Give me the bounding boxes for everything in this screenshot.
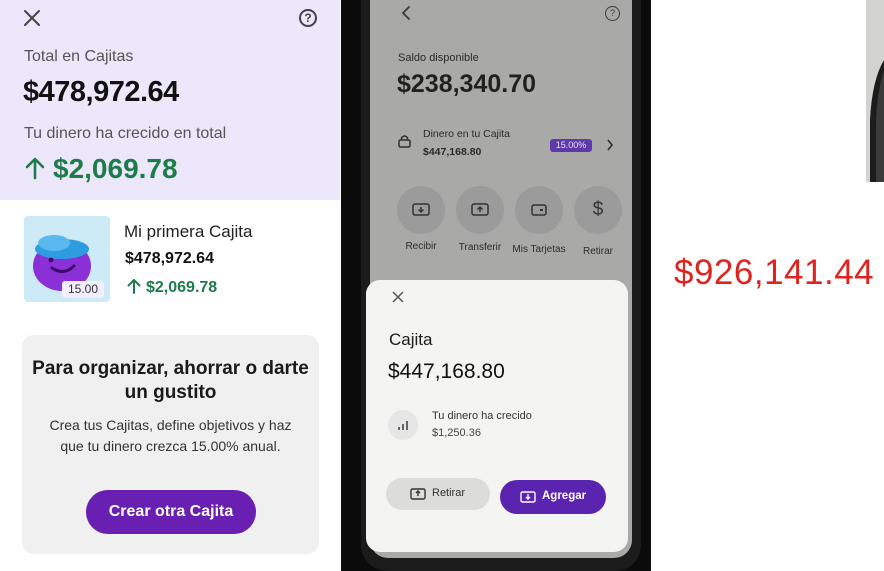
balance-label: Saldo disponible [398, 52, 479, 64]
sheet-title: Cajita [389, 330, 433, 349]
total-label: Total en Cajitas [24, 48, 134, 65]
help-icon[interactable]: ? [605, 6, 620, 21]
growth-amount: $2,069.78 [53, 153, 178, 184]
promo-card: Para organizar, ahorrar o darte un gusti… [22, 335, 319, 554]
withdraw-button[interactable]: $ [574, 186, 622, 234]
receive-icon [412, 203, 430, 216]
sheet-amount: $447,168.80 [388, 360, 505, 383]
promo-title: Para organizar, ahorrar o darte un gusti… [32, 358, 309, 403]
close-icon [24, 10, 40, 26]
add-money-label: Agregar [542, 490, 587, 502]
sheet-growth-amount: $1,250.36 [432, 427, 481, 439]
create-cajita-button[interactable]: Crear otra Cajita [86, 490, 256, 534]
arrow-up-icon [127, 279, 141, 294]
cajita-growth-amount: $2,069.78 [146, 279, 218, 296]
person-silhouette [870, 60, 884, 182]
promo-body: Crea tus Cajitas, define objetivos y haz… [49, 417, 292, 454]
transfer-icon [471, 203, 489, 216]
withdraw-label: Retirar [432, 487, 466, 499]
growth-icon-wrap [388, 410, 418, 440]
rate-badge: 15.00 [62, 281, 104, 298]
add-money-button[interactable]: Agregar [500, 480, 606, 514]
chevron-right-icon [607, 139, 614, 151]
combined-total: $926,141.44 [674, 253, 875, 292]
dollar-icon: $ [592, 199, 604, 220]
cards-button[interactable] [515, 186, 563, 234]
total-amount: $478,972.64 [23, 76, 179, 108]
cards-icon [531, 204, 547, 216]
receive-button[interactable] [397, 186, 445, 234]
presenter-webcam [866, 0, 884, 182]
sheet-growth-label: Tu dinero ha crecido [432, 410, 532, 422]
add-money-icon [520, 491, 536, 503]
cajitas-panel: ? Total en Cajitas $478,972.64 Tu dinero… [0, 0, 340, 571]
cajita-row[interactable]: Dinero en tu Cajita $447,168.80 15.00% [390, 114, 622, 164]
arrow-up-icon [25, 157, 45, 180]
balance-amount: $238,340.70 [397, 70, 537, 98]
close-icon[interactable] [392, 291, 404, 303]
transfer-button[interactable] [456, 186, 504, 234]
cajita-row-amount: $447,168.80 [423, 146, 482, 158]
back-icon[interactable] [400, 6, 412, 20]
cajita-row-label: Dinero en tu Cajita [423, 128, 510, 140]
growth-label: Tu dinero ha crecido en total [24, 125, 227, 142]
withdraw-icon [410, 488, 426, 500]
quick-action-label: Retirar [582, 246, 613, 257]
rate-badge: 15.00% [550, 139, 592, 152]
close-button[interactable] [23, 9, 41, 32]
cajita-bottom-sheet: Cajita $447,168.80 Tu dinero ha crecido … [366, 280, 628, 552]
cajita-growth-row: $2,069.78 [127, 278, 217, 297]
help-icon[interactable]: ? [299, 9, 317, 27]
lock-icon [398, 135, 411, 148]
cajita-amount: $478,972.64 [125, 250, 214, 267]
cajita-name[interactable]: Mi primera Cajita [124, 222, 252, 242]
phone-photo: ? Saldo disponible $238,340.70 Dinero en… [341, 0, 651, 571]
growth-row: $2,069.78 [25, 153, 178, 185]
signal-bars-icon [398, 421, 408, 430]
withdraw-sheet-button[interactable]: Retirar [386, 478, 490, 510]
